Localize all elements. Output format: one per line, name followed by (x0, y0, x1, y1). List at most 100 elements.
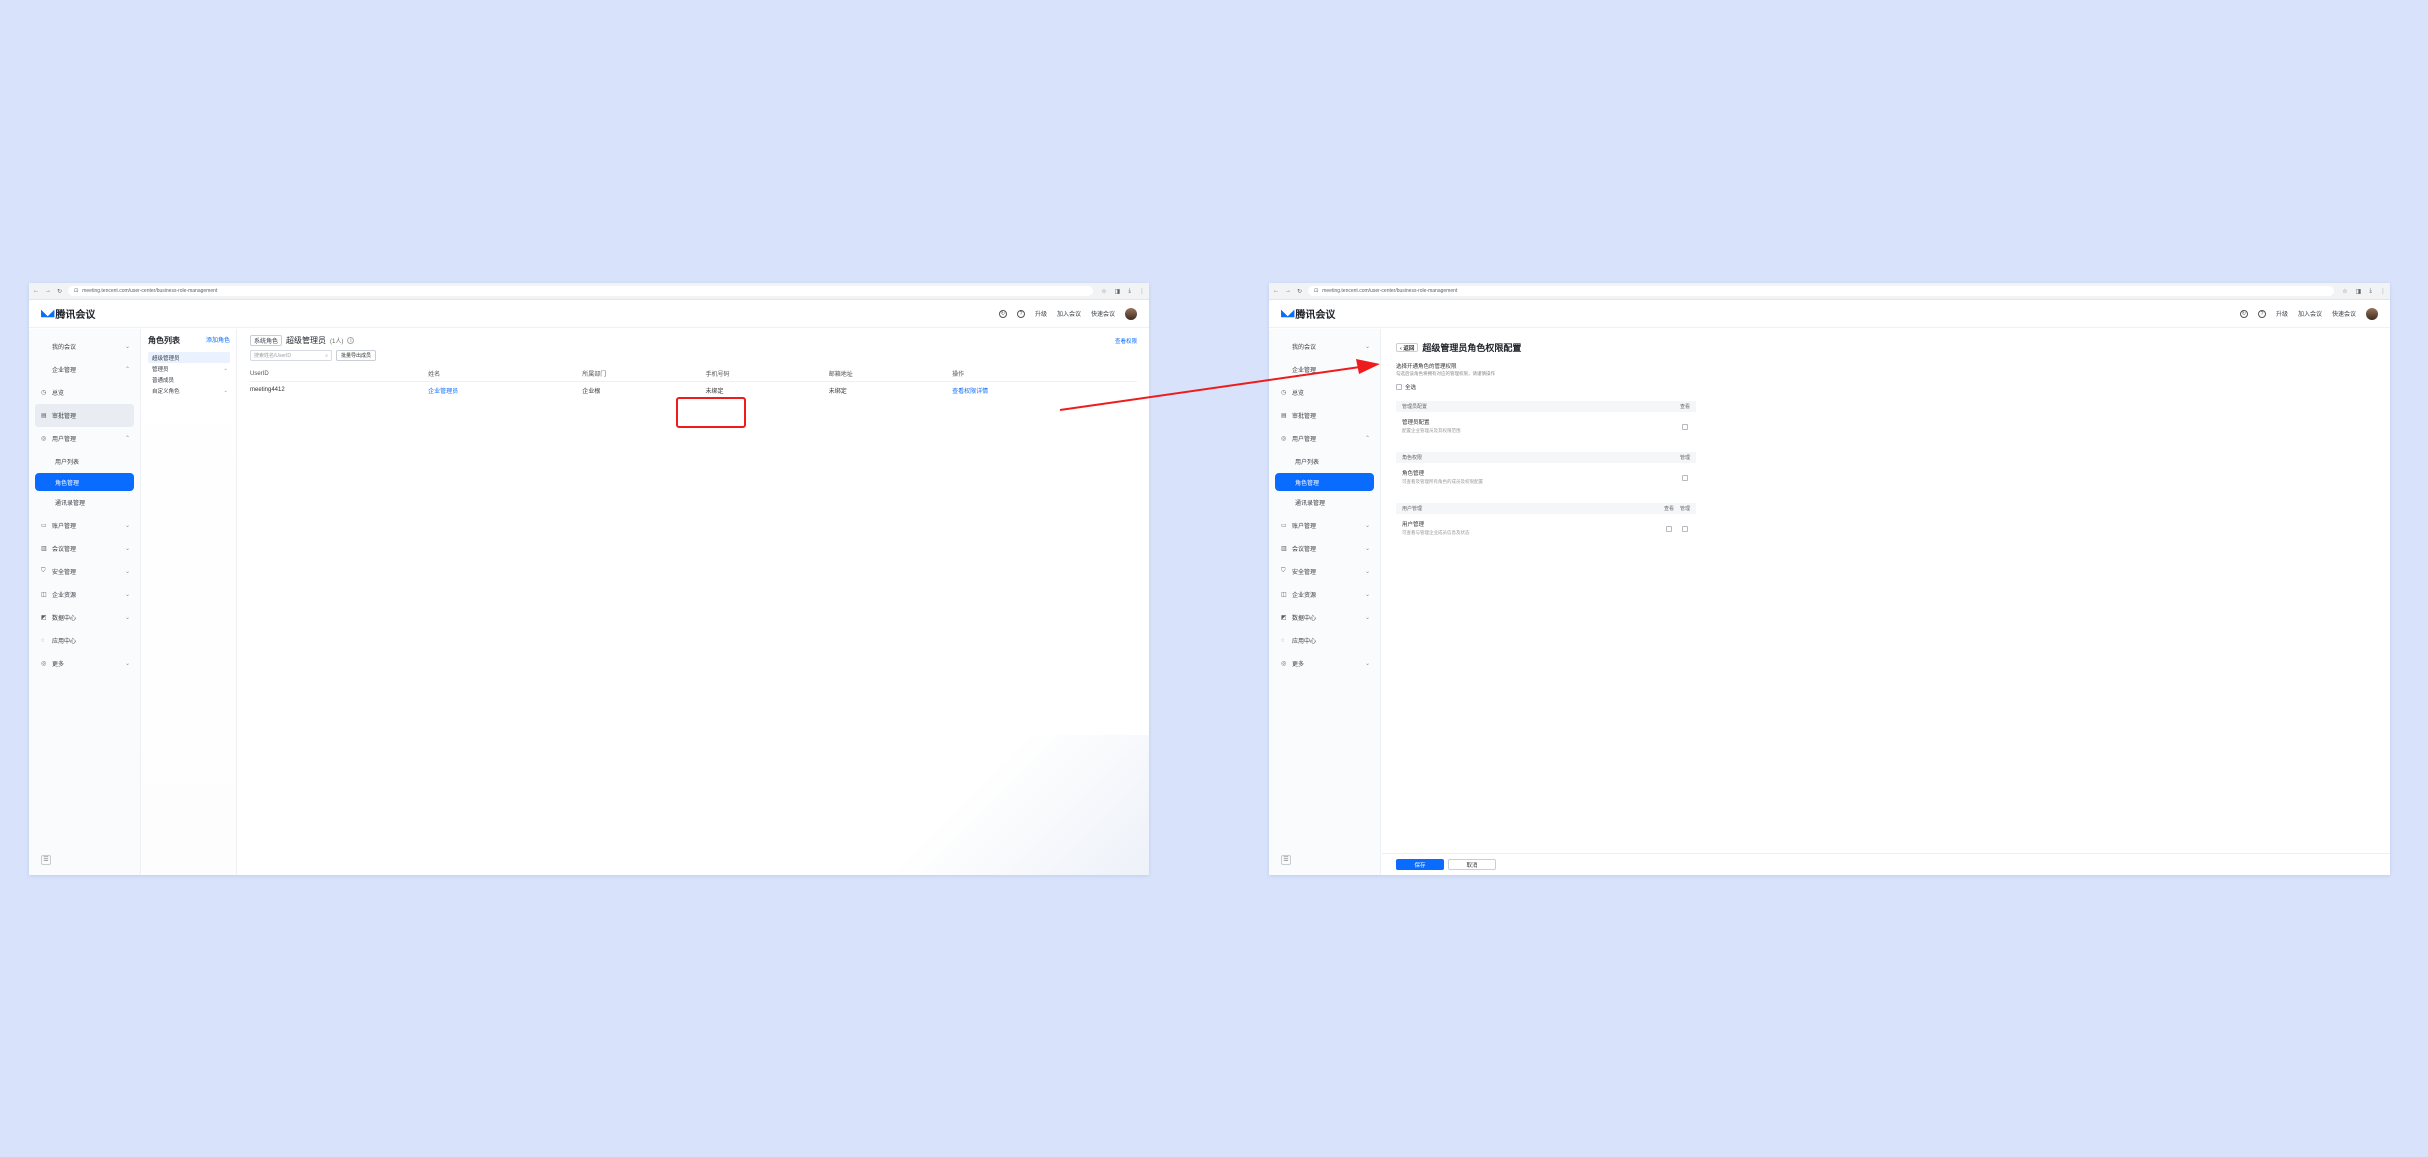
sidebar-item[interactable]: ▥ 会议管理 ⌄ (29, 537, 140, 560)
sidebar-item[interactable]: 角色管理 (35, 473, 134, 491)
help-icon[interactable]: ? (1016, 309, 1025, 318)
sidebar-item[interactable]: 我的会议 ⌄ (1269, 335, 1380, 358)
cell-name[interactable]: 企业管理员 (428, 381, 582, 399)
sidebar-item[interactable]: 企业管理 ⌃ (1269, 358, 1380, 381)
sidebar-item-icon: ▭ (41, 523, 47, 529)
save-button[interactable]: 保存 (1396, 859, 1444, 870)
sidebar-item[interactable]: ◷ 总览 (1269, 381, 1380, 404)
sidebar-item-label: 企业管理 (52, 368, 77, 374)
browser-bar: ← → ↻ ⊡ meeting.tencent.com/user-center/… (1269, 283, 2390, 300)
header-link-join[interactable]: 加入会议 (2298, 309, 2322, 318)
permission-checkbox[interactable] (1682, 526, 1688, 532)
view-permission-detail-link[interactable]: 查看权限详情 (952, 381, 1137, 399)
sidebar-item[interactable]: ▤ 审批管理 (35, 404, 134, 427)
sidebar-item[interactable]: 用户列表 (1269, 450, 1380, 473)
address-bar[interactable]: ⊡ meeting.tencent.com/user-center/busine… (1308, 286, 2335, 296)
cancel-button[interactable]: 取消 (1448, 859, 1496, 870)
permission-checkbox[interactable] (1682, 475, 1688, 481)
role-item[interactable]: 超级管理员 (148, 352, 230, 363)
download-icon[interactable]: ⤓ (2369, 288, 2372, 295)
sidebar-item[interactable]: ◎ 用户管理 ⌃ (1269, 427, 1380, 450)
sidepanel-icon[interactable]: ◨ (2356, 288, 2362, 295)
member-table: UserID 姓名 所属部门 手机号码 邮箱地址 操作 meeting4412 企业管理员… (250, 367, 1137, 399)
logo-mark-icon: ◣◢ (41, 308, 54, 319)
search-icon: ⌕ (325, 352, 328, 359)
menu-icon[interactable]: ⋮ (2380, 288, 2386, 295)
role-item-label: 自定义角色 (152, 388, 180, 395)
browser-nav: ← → ↻ (33, 288, 62, 295)
collapse-sidebar-icon[interactable]: ☰ (41, 855, 51, 865)
download-icon[interactable]: ⤓ (1128, 288, 1131, 295)
select-all-checkbox[interactable] (1396, 384, 1402, 390)
avatar[interactable] (2366, 307, 2378, 320)
star-icon[interactable]: ☆ (1101, 288, 1106, 295)
sync-icon[interactable]: ↻ (998, 309, 1007, 318)
app-logo[interactable]: ◣◢ 腾讯会议 (1281, 306, 1335, 321)
sync-icon[interactable]: ↻ (2239, 309, 2248, 318)
sidebar-item[interactable]: 通讯录管理 (1269, 491, 1380, 514)
sidebar-item[interactable]: ▭ 账户管理 ⌄ (29, 514, 140, 537)
sidepanel-icon[interactable]: ◨ (1115, 288, 1121, 295)
sidebar-item[interactable]: ◫ 企业资源 ⌄ (29, 583, 140, 606)
sidebar-item[interactable]: ◫ 企业资源 ⌄ (1269, 583, 1380, 606)
sidebar-item[interactable]: 企业管理 ⌃ (29, 358, 140, 381)
sidebar-item-icon: ◎ (41, 436, 47, 442)
permission-editor: ‹ 返回 超级管理员角色权限配置 选择开通角色的管理权限 勾选后该角色将拥有对应… (1382, 329, 2390, 875)
role-item[interactable]: 自定义角色 ⌄ (148, 385, 230, 396)
export-members-button[interactable]: 批量导出成员 (336, 350, 377, 361)
sidebar-item[interactable]: ◩ 数据中心 ⌄ (1269, 606, 1380, 629)
role-item[interactable]: 管理员 ⌄ (148, 363, 230, 374)
help-icon[interactable]: ? (2257, 309, 2266, 318)
forward-icon[interactable]: → (45, 288, 51, 295)
app-logo[interactable]: ◣◢ 腾讯会议 (41, 306, 95, 321)
site-info-icon[interactable]: ⊡ (74, 288, 78, 294)
permission-hint-sub: 勾选后该角色将拥有对应的管理权限，请谨慎操作 (1396, 371, 1495, 376)
collapse-sidebar-icon[interactable]: ☰ (1281, 855, 1291, 865)
sidebar-item-icon: ◌ (1281, 637, 1285, 644)
header-link-upgrade[interactable]: 升级 (2276, 309, 2288, 318)
sidebar-item[interactable]: ▤ 审批管理 (1269, 404, 1380, 427)
header-link-quick[interactable]: 快速会议 (1091, 309, 1115, 318)
back-icon[interactable]: ← (1273, 288, 1279, 295)
role-item[interactable]: 普通成员 (148, 374, 230, 385)
sidebar-item[interactable]: 通讯录管理 (29, 491, 140, 514)
permission-title: 用户管理 (1402, 522, 1425, 528)
sidebar-item[interactable]: ◎ 更多 ⌄ (1269, 652, 1380, 675)
forward-icon[interactable]: → (1285, 288, 1291, 295)
header-link-join[interactable]: 加入会议 (1057, 309, 1081, 318)
sidebar-item-label: 通讯录管理 (55, 501, 86, 507)
star-icon[interactable]: ☆ (2342, 288, 2347, 295)
sidebar-item-icon: ⛉ (41, 568, 46, 574)
address-bar[interactable]: ⊡ meeting.tencent.com/user-center/busine… (68, 286, 1094, 296)
sidebar-item[interactable]: ◌ 应用中心 (29, 629, 140, 652)
sidebar-item[interactable]: ◎ 用户管理 ⌃ (29, 427, 140, 450)
sidebar-item[interactable]: 角色管理 (1275, 473, 1374, 491)
chevron-icon: ⌄ (124, 661, 130, 667)
reload-icon[interactable]: ↻ (57, 288, 62, 295)
sidebar-item[interactable]: ▭ 账户管理 ⌄ (1269, 514, 1380, 537)
header-link-upgrade[interactable]: 升级 (1035, 309, 1047, 318)
permission-checkbox[interactable] (1682, 424, 1688, 430)
sidebar-item[interactable]: ◩ 数据中心 ⌄ (29, 606, 140, 629)
sidebar-item[interactable]: ⛉ 安全管理 ⌄ (1269, 560, 1380, 583)
sidebar-item[interactable]: ◌ 应用中心 (1269, 629, 1380, 652)
column-label-manage: 管理 (1679, 506, 1690, 512)
sidebar-item[interactable]: 我的会议 ⌄ (29, 335, 140, 358)
sidebar-item[interactable]: ◷ 总览 (29, 381, 140, 404)
sidebar-item[interactable]: ▥ 会议管理 ⌄ (1269, 537, 1380, 560)
add-role-button[interactable]: 添加角色 (206, 335, 230, 346)
search-input[interactable]: 搜索姓名/UserID ⌕ (250, 350, 332, 361)
back-icon[interactable]: ← (33, 288, 39, 295)
avatar[interactable] (1125, 307, 1137, 320)
sidebar-item[interactable]: ◎ 更多 ⌄ (29, 652, 140, 675)
view-permission-checkbox[interactable] (1666, 526, 1672, 532)
back-button[interactable]: ‹ 返回 (1396, 343, 1419, 352)
site-info-icon[interactable]: ⊡ (1314, 288, 1318, 294)
info-icon[interactable]: i (347, 337, 355, 344)
reload-icon[interactable]: ↻ (1297, 288, 1302, 295)
view-permission-link[interactable]: 查看权限 (1115, 337, 1137, 345)
sidebar-item[interactable]: ⛉ 安全管理 ⌄ (29, 560, 140, 583)
sidebar-item[interactable]: 用户列表 (29, 450, 140, 473)
header-link-quick[interactable]: 快速会议 (2332, 309, 2356, 318)
menu-icon[interactable]: ⋮ (1139, 288, 1145, 295)
